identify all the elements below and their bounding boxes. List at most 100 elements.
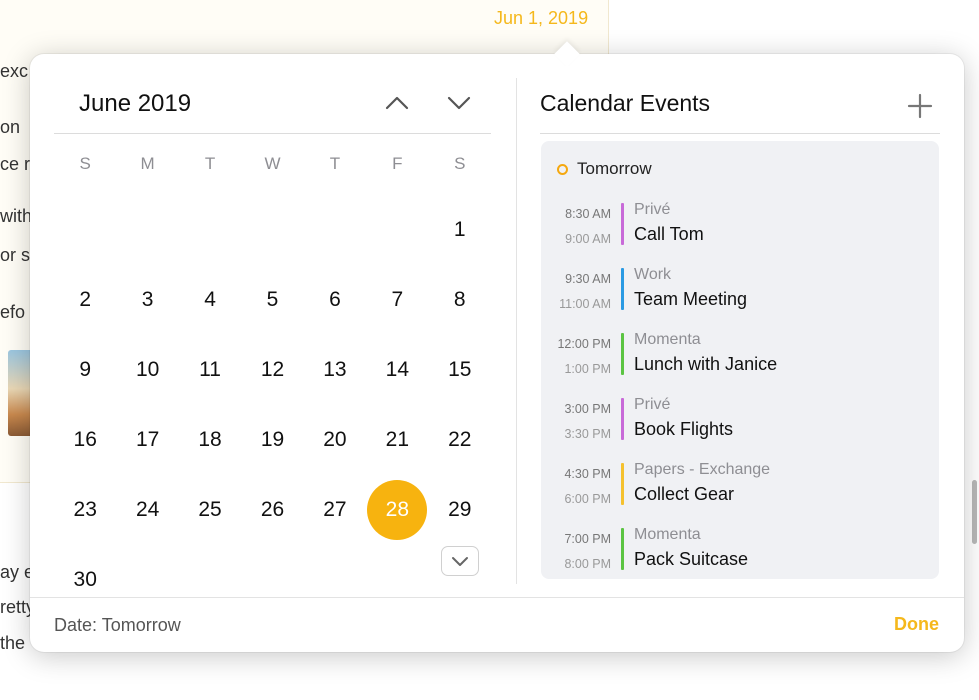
plus-icon	[907, 93, 933, 119]
day-cell[interactable]: 29	[429, 475, 491, 545]
event-calendar-name: Privé	[634, 201, 671, 218]
day-cell[interactable]: 1	[429, 195, 491, 265]
event-row[interactable]: 8:30 AM 9:00 AM Privé Call Tom	[541, 201, 939, 253]
event-start-time: 9:30 AM	[565, 272, 611, 286]
event-color-bar	[621, 398, 624, 440]
event-row[interactable]: 7:00 PM 8:00 PM Momenta Pack Suitcase	[541, 526, 939, 578]
day-grid: 1 2 3 4 5 6 7 8 9 10 11 12 13 14 15 16 17 18 19 20 21 22 23 24 2…	[54, 195, 491, 615]
day-number: 1	[453, 218, 466, 241]
day-cell[interactable]: 13	[304, 335, 366, 405]
day-cell[interactable]: 8	[429, 265, 491, 335]
footer-divider	[30, 597, 964, 598]
event-title: Pack Suitcase	[634, 549, 749, 569]
empty-day-cell	[54, 195, 116, 265]
empty-day-cell	[116, 195, 178, 265]
day-number: 11	[199, 358, 221, 381]
event-title: Team Meeting	[634, 289, 748, 309]
day-cell[interactable]: 23	[54, 475, 116, 545]
scrollbar-thumb[interactable]	[972, 480, 977, 544]
event-start-time: 12:00 PM	[557, 337, 611, 351]
empty-day-cell	[304, 195, 366, 265]
add-event-button[interactable]	[902, 88, 938, 124]
day-cell[interactable]: 17	[116, 405, 178, 475]
event-row[interactable]: 3:00 PM 3:30 PM Privé Book Flights	[541, 396, 939, 448]
day-cell[interactable]: 16	[54, 405, 116, 475]
event-color-bar	[621, 333, 624, 375]
event-title: Lunch with Janice	[634, 354, 778, 374]
document-text-fragment: on	[0, 117, 21, 137]
day-cell[interactable]: 26	[241, 475, 303, 545]
ring-icon	[557, 163, 568, 175]
event-row[interactable]: 12:00 PM 1:00 PM Momenta Lunch with Janice	[541, 331, 939, 383]
day-number: 12	[260, 358, 285, 381]
weekday-label: S	[79, 154, 91, 173]
event-start-time: 3:00 PM	[564, 402, 611, 416]
day-cell[interactable]: 15	[429, 335, 491, 405]
day-number: 13	[323, 358, 347, 381]
day-cell[interactable]: 14	[366, 335, 428, 405]
day-number: 17	[135, 428, 160, 451]
weekday-label: W	[264, 154, 281, 173]
day-number: 28	[385, 498, 410, 521]
day-cell[interactable]: 10	[116, 335, 178, 405]
selected-date-text: Date: Tomorrow	[54, 615, 181, 635]
empty-day-cell	[366, 195, 428, 265]
next-month-button[interactable]	[437, 84, 481, 124]
day-cell[interactable]: 3	[116, 265, 178, 335]
day-number: 30	[73, 568, 97, 591]
expand-calendar-button[interactable]	[441, 546, 479, 576]
day-cell[interactable]: 30	[54, 545, 116, 615]
day-cell[interactable]: 6	[304, 265, 366, 335]
day-cell[interactable]: 20	[304, 405, 366, 475]
day-number: 10	[135, 358, 160, 381]
chevron-down-icon	[447, 96, 471, 110]
month-title: June 2019	[79, 90, 192, 117]
event-row[interactable]: 4:30 PM 6:00 PM Papers - Exchange Collect G…	[541, 461, 939, 513]
day-cell[interactable]: 25	[179, 475, 241, 545]
day-number: 16	[73, 428, 97, 451]
done-button[interactable]: Done	[894, 614, 939, 635]
day-cell[interactable]: 11	[179, 335, 241, 405]
day-number: 4	[204, 288, 216, 311]
day-cell[interactable]: 7	[366, 265, 428, 335]
day-number: 2	[79, 288, 92, 311]
day-number: 9	[79, 358, 92, 381]
day-cell[interactable]: 5	[241, 265, 303, 335]
day-cell[interactable]: 12	[241, 335, 303, 405]
day-cell[interactable]: 27	[304, 475, 366, 545]
empty-day-cell	[179, 195, 241, 265]
day-cell[interactable]: 24	[116, 475, 178, 545]
day-cell[interactable]: 21	[366, 405, 428, 475]
day-cell[interactable]: 4	[179, 265, 241, 335]
document-text-fragment: with	[0, 206, 33, 226]
event-title: Collect Gear	[634, 484, 735, 504]
event-start-time: 8:30 AM	[565, 207, 611, 221]
weekday-label: T	[204, 154, 216, 173]
day-number: 7	[391, 288, 404, 311]
day-cell[interactable]: 19	[241, 405, 303, 475]
chevron-up-icon	[385, 96, 409, 110]
day-cell-selected[interactable]: 28	[366, 475, 428, 545]
document-date[interactable]: Jun 1, 2019	[494, 8, 588, 29]
event-color-bar	[621, 463, 624, 505]
document-text-fragment: or s	[0, 245, 31, 265]
day-number: 8	[453, 288, 466, 311]
day-cell[interactable]: 18	[179, 405, 241, 475]
event-row[interactable]: 9:30 AM 11:00 AM Work Team Meeting	[541, 266, 939, 318]
event-color-bar	[621, 268, 624, 310]
events-list[interactable]: Tomorrow 8:30 AM 9:00 AM Privé Call Tom 9:30…	[541, 141, 939, 579]
day-number: 25	[198, 498, 222, 521]
weekday-header: S M T W T F S	[54, 154, 491, 174]
document-text-fragment: the	[0, 633, 26, 653]
event-calendar-name: Papers - Exchange	[634, 461, 771, 478]
day-cell[interactable]: 9	[54, 335, 116, 405]
events-title: Calendar Events	[540, 90, 711, 116]
day-cell[interactable]: 2	[54, 265, 116, 335]
day-number: 5	[266, 288, 279, 311]
day-cell[interactable]: 22	[429, 405, 491, 475]
previous-month-button[interactable]	[375, 84, 419, 124]
day-number: 18	[198, 428, 222, 451]
event-color-bar	[621, 528, 624, 570]
day-number: 21	[385, 428, 410, 451]
weekday-label: T	[329, 154, 341, 173]
